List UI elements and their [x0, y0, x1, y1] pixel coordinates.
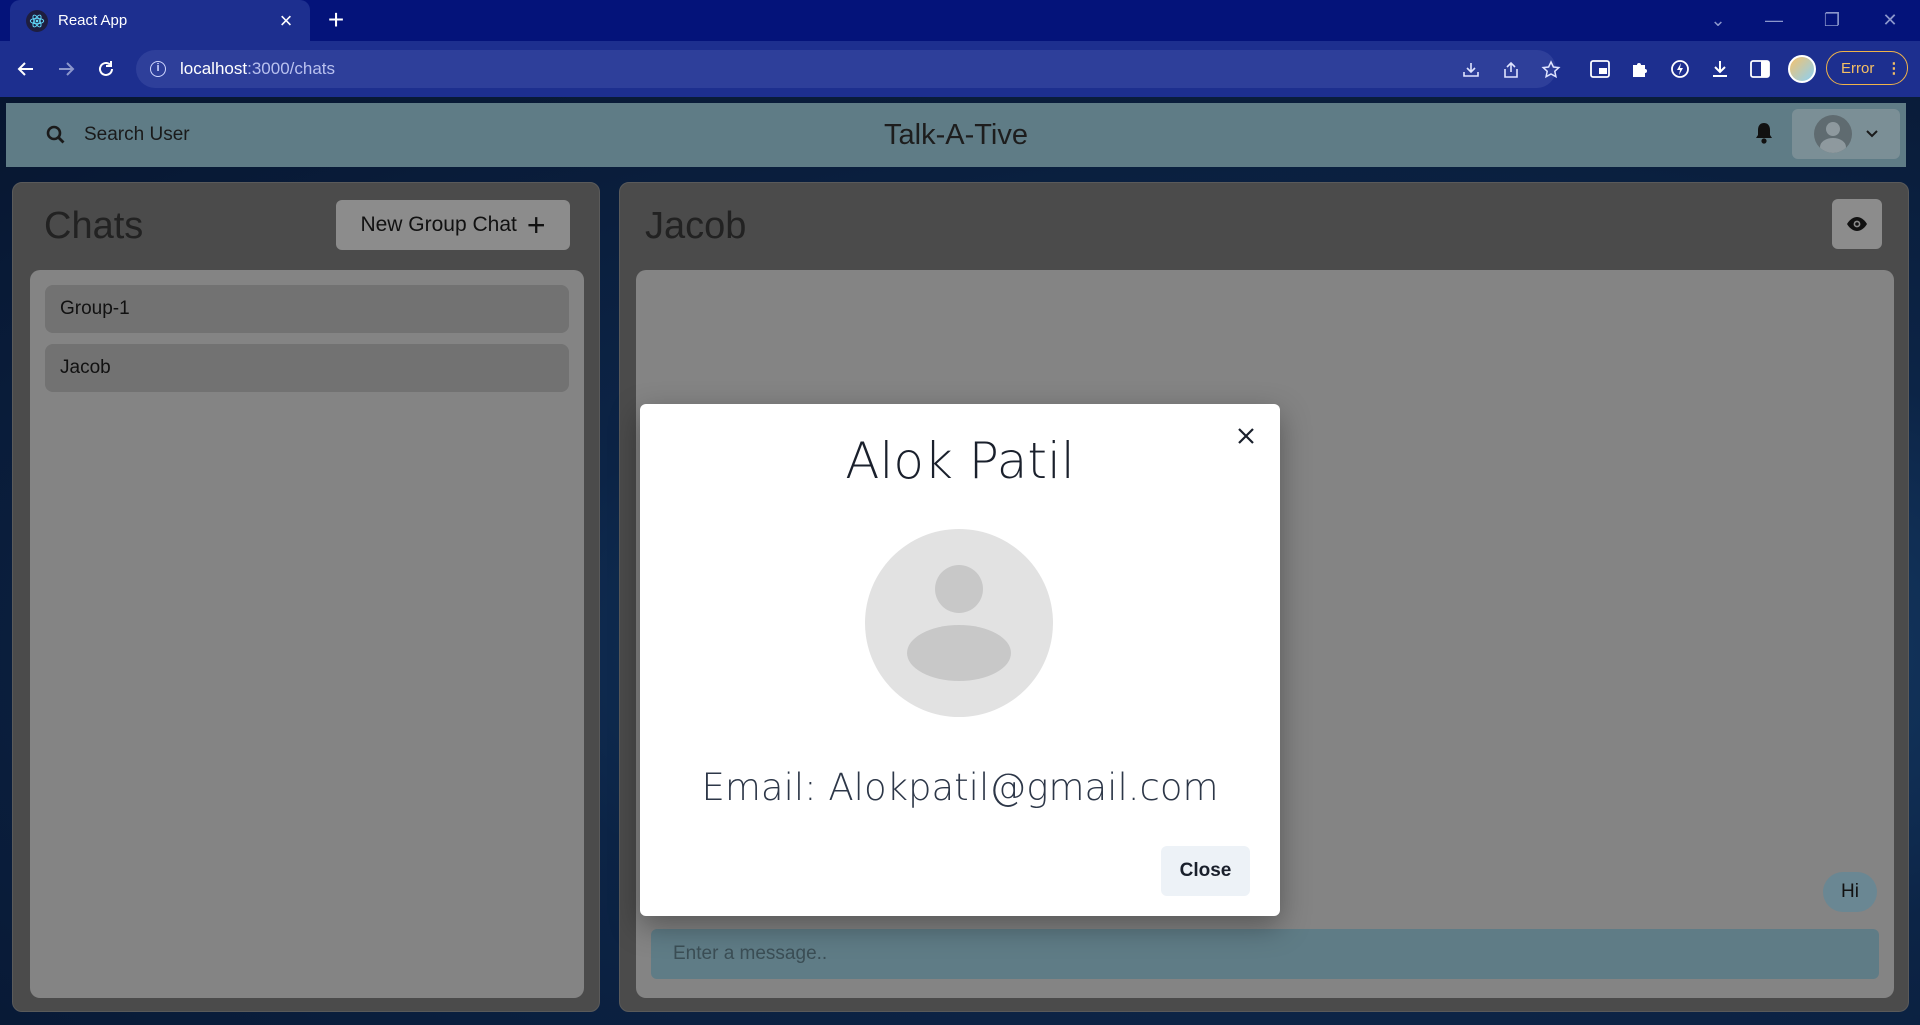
tab-title: React App: [58, 12, 128, 29]
downloads-icon[interactable]: [1708, 57, 1732, 81]
search-user-label: Search User: [84, 124, 190, 145]
back-icon[interactable]: [8, 51, 44, 87]
react-icon: [26, 9, 48, 32]
modal-close-icon[interactable]: [1230, 420, 1262, 452]
picture-in-picture-icon[interactable]: [1588, 57, 1612, 81]
message-input-placeholder: Enter a message..: [673, 943, 828, 964]
browser-tab[interactable]: React App ×: [10, 0, 310, 41]
app-root: Search User Talk-A-Tive Chats New Group …: [0, 97, 1920, 1025]
extensions-puzzle-icon[interactable]: [1628, 57, 1652, 81]
chat-list-item-jacob[interactable]: Jacob: [45, 344, 569, 392]
message-bubble: Hi: [1823, 872, 1877, 912]
error-button[interactable]: Error ⋮: [1826, 51, 1908, 85]
search-icon: [46, 125, 65, 144]
profile-email: Email: Alokpatil@gmail.com: [701, 766, 1219, 809]
reload-icon[interactable]: [88, 51, 124, 87]
avatar-head-shape: [935, 565, 983, 613]
profile-avatar: [865, 529, 1053, 717]
bookmark-star-icon[interactable]: [1540, 59, 1562, 81]
chat-list: Group-1 Jacob: [30, 270, 584, 998]
url-path: :3000/chats: [247, 59, 336, 78]
browser-tabstrip: React App × + ⌄ — ❐ ✕: [0, 0, 1920, 41]
side-panel-icon[interactable]: [1748, 57, 1772, 81]
forward-icon[interactable]: [48, 51, 84, 87]
more-options-icon: ⋮: [1886, 60, 1901, 77]
window-close-icon[interactable]: ✕: [1868, 0, 1912, 41]
tab-search-icon[interactable]: ⌄: [1696, 0, 1740, 41]
profile-menu-button[interactable]: [1792, 109, 1900, 159]
address-bar[interactable]: i localhost:3000/chats: [136, 50, 1561, 88]
install-icon[interactable]: [1460, 59, 1482, 81]
restore-icon[interactable]: ❐: [1810, 0, 1854, 41]
chat-list-item-group-1[interactable]: Group-1: [45, 285, 569, 333]
avatar: [1814, 115, 1852, 153]
message-text: Hi: [1841, 881, 1859, 902]
extension-bolt-icon[interactable]: [1668, 57, 1692, 81]
avatar-body-shape: [907, 625, 1011, 681]
eye-icon: [1847, 217, 1867, 231]
browser-toolbar: i localhost:3000/chats Error ⋮: [0, 41, 1920, 97]
tab-close-icon[interactable]: ×: [276, 9, 296, 31]
chat-list-item-label: Group-1: [60, 298, 130, 319]
chats-panel: Chats New Group Chat + Group-1 Jacob: [12, 182, 600, 1012]
chevron-down-icon: [1866, 125, 1878, 143]
search-user-button[interactable]: Search User: [34, 113, 202, 157]
browser-profile-avatar[interactable]: [1788, 55, 1816, 83]
view-profile-button[interactable]: [1832, 199, 1882, 249]
message-input[interactable]: Enter a message..: [651, 929, 1879, 979]
chat-list-item-label: Jacob: [60, 357, 111, 378]
close-button[interactable]: Close: [1161, 846, 1250, 896]
app-header: Search User Talk-A-Tive: [6, 103, 1906, 167]
site-info-icon[interactable]: i: [150, 61, 166, 77]
profile-modal: Alok Patil Email: Alokpatil@gmail.com Cl…: [640, 404, 1280, 916]
app-brand-title: Talk-A-Tive: [884, 119, 1028, 151]
plus-icon: +: [526, 207, 546, 243]
profile-name: Alok Patil: [845, 432, 1075, 490]
chats-title: Chats: [44, 205, 144, 247]
minimize-icon[interactable]: —: [1752, 0, 1796, 41]
notification-bell-icon[interactable]: [1753, 121, 1775, 150]
new-tab-icon[interactable]: +: [322, 6, 350, 35]
url-host: localhost: [180, 59, 248, 78]
new-group-chat-label: New Group Chat: [360, 213, 517, 236]
new-group-chat-button[interactable]: New Group Chat +: [336, 200, 570, 250]
error-label: Error: [1841, 59, 1875, 77]
share-icon[interactable]: [1500, 59, 1522, 81]
chat-title: Jacob: [645, 205, 747, 247]
